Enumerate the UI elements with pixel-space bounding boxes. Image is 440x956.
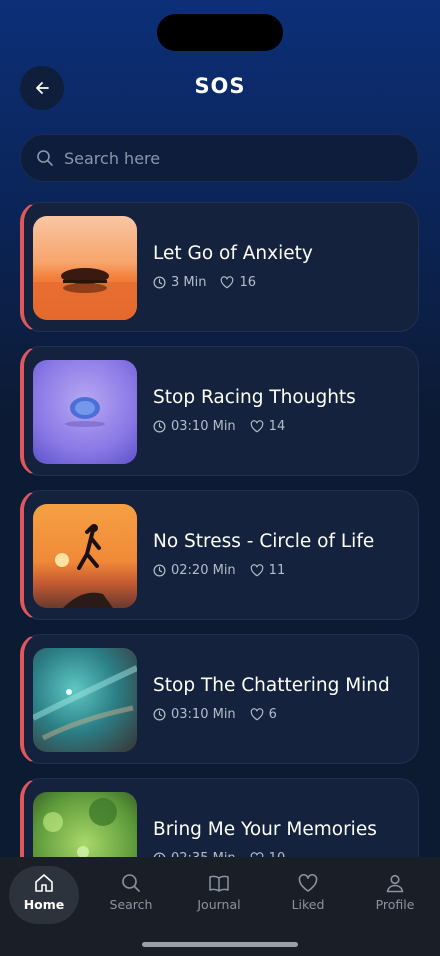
tab-liked[interactable]: Liked bbox=[273, 866, 343, 924]
item-meta: 03:10 Min 6 bbox=[153, 707, 277, 722]
book-icon bbox=[209, 875, 229, 892]
home-icon bbox=[35, 874, 53, 892]
home-indicator[interactable] bbox=[142, 942, 298, 947]
item-title: Bring Me Your Memories bbox=[153, 819, 377, 840]
item-likes: 16 bbox=[239, 275, 257, 290]
item-title: No Stress - Circle of Life bbox=[153, 531, 375, 552]
clock-icon bbox=[153, 420, 166, 433]
search-input[interactable] bbox=[64, 148, 384, 168]
thumbnail-sunset-silhouette bbox=[33, 504, 137, 608]
item-duration: 02:20 Min bbox=[171, 563, 236, 578]
sos-list: Let Go of Anxiety 3 Min 16 Stop Racing T… bbox=[20, 202, 419, 922]
item-likes: 6 bbox=[268, 707, 277, 722]
item-title: Stop Racing Thoughts bbox=[153, 387, 356, 408]
heart-icon bbox=[298, 874, 318, 892]
tab-search[interactable]: Search bbox=[96, 866, 166, 924]
tab-label: Profile bbox=[375, 897, 415, 912]
item-duration: 3 Min bbox=[171, 275, 207, 290]
item-likes: 11 bbox=[268, 563, 286, 578]
heart-icon bbox=[250, 420, 263, 433]
search-icon bbox=[122, 874, 140, 892]
item-meta: 3 Min 16 bbox=[153, 275, 256, 290]
camera-notch bbox=[157, 14, 283, 51]
item-meta: 03:10 Min 14 bbox=[153, 419, 285, 434]
item-meta: 02:20 Min 11 bbox=[153, 563, 285, 578]
clock-icon bbox=[153, 564, 166, 577]
item-title: Let Go of Anxiety bbox=[153, 243, 313, 264]
user-icon bbox=[386, 874, 404, 893]
tab-profile[interactable]: Profile bbox=[360, 866, 430, 924]
tab-journal[interactable]: Journal bbox=[184, 866, 254, 924]
thumbnail-glowing-brain bbox=[33, 360, 137, 464]
thumbnail-sunset-island bbox=[33, 216, 137, 320]
header: SOS bbox=[0, 66, 440, 110]
tab-label: Liked bbox=[291, 897, 325, 912]
list-item[interactable]: Stop Racing Thoughts 03:10 Min 14 bbox=[20, 346, 419, 476]
heart-icon bbox=[250, 564, 263, 577]
list-item[interactable]: Stop The Chattering Mind 03:10 Min 6 bbox=[20, 634, 419, 764]
item-title: Stop The Chattering Mind bbox=[153, 675, 390, 696]
tab-label: Home bbox=[23, 897, 65, 912]
item-duration: 03:10 Min bbox=[171, 419, 236, 434]
search-bar[interactable] bbox=[20, 134, 419, 182]
heart-icon bbox=[250, 708, 263, 721]
tab-home[interactable]: Home bbox=[9, 866, 79, 924]
tab-label: Journal bbox=[197, 897, 241, 912]
list-item[interactable]: Let Go of Anxiety 3 Min 16 bbox=[20, 202, 419, 332]
page-title: SOS bbox=[194, 74, 246, 98]
item-likes: 14 bbox=[268, 419, 286, 434]
list-item[interactable]: No Stress - Circle of Life 02:20 Min 11 bbox=[20, 490, 419, 620]
thumbnail-cosmic-swirl bbox=[33, 648, 137, 752]
tab-label: Search bbox=[109, 897, 153, 912]
clock-icon bbox=[153, 276, 166, 289]
clock-icon bbox=[153, 708, 166, 721]
heart-icon bbox=[221, 276, 234, 289]
item-duration: 03:10 Min bbox=[171, 707, 236, 722]
search-icon bbox=[37, 150, 53, 166]
